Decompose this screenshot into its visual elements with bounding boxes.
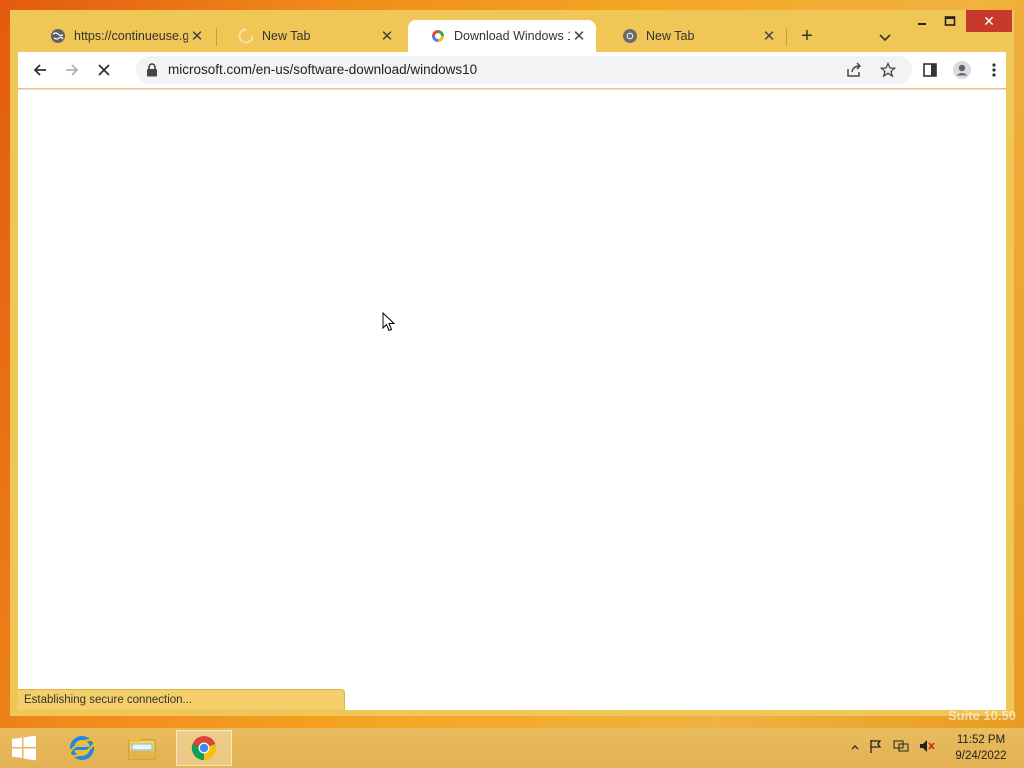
windows-logo-icon [12,735,36,761]
maximize-icon [944,16,956,26]
tab-close-button[interactable]: ✕ [188,27,206,45]
stop-loading-button[interactable] [90,56,118,84]
microsoft-icon [430,28,446,44]
maximize-button[interactable] [936,10,964,32]
chrome-icon [191,736,217,761]
mouse-cursor-icon [382,311,396,337]
action-center-flag-icon[interactable] [868,738,884,759]
tab-new-tab-1[interactable]: New Tab ✕ [216,20,404,52]
loading-icon [238,28,254,44]
tab-close-button[interactable]: ✕ [570,27,588,45]
taskbar-file-explorer[interactable] [114,730,170,766]
volume-muted-icon[interactable] [918,738,936,759]
browser-toolbar: microsoft.com/en-us/software-download/wi… [18,52,1006,88]
bookmark-star-icon[interactable] [879,61,897,83]
taskbar-clock[interactable]: 11:52 PM 9/24/2022 [946,732,1016,764]
file-explorer-icon [128,737,156,760]
network-icon[interactable] [892,738,910,759]
desktop-watermark: Suite 10.50 [948,708,1016,723]
kebab-menu-icon [992,63,996,77]
taskbar-internet-explorer[interactable] [54,730,110,766]
tab-close-button[interactable]: ✕ [760,27,778,45]
globe-icon [50,28,66,44]
tab-new-tab-2[interactable]: New Tab ✕ [600,20,786,52]
chrome-icon [622,28,638,44]
menu-button[interactable] [980,56,1008,84]
browser-window: https://continueuse.github.io ✕ New Tab … [10,10,1014,716]
side-panel-button[interactable] [916,56,944,84]
minimize-icon [918,23,926,25]
share-icon[interactable] [846,62,862,83]
address-bar[interactable]: microsoft.com/en-us/software-download/wi… [136,56,912,84]
tab-download-windows-10[interactable]: Download Windows 10 ✕ [408,20,596,52]
clock-date: 9/24/2022 [955,750,1007,762]
tab-title: https://continueuse.github.io [74,29,188,43]
url-text[interactable]: microsoft.com/en-us/software-download/wi… [168,62,477,77]
tab-title: New Tab [646,29,695,43]
internet-explorer-icon [68,736,96,760]
profile-button[interactable] [948,56,976,84]
avatar-icon [953,61,971,79]
forward-arrow-icon [66,64,79,76]
taskbar: 11:52 PM 9/24/2022 [0,728,1024,768]
tab-continueuse[interactable]: https://continueuse.github.io ✕ [28,20,214,52]
back-button[interactable] [26,56,54,84]
chevron-down-icon [879,34,891,42]
lock-icon[interactable] [146,63,158,82]
forward-button[interactable] [58,56,86,84]
stop-icon [98,64,110,76]
tab-title: Download Windows 10 [454,29,570,43]
clock-time: 11:52 PM [956,734,1006,746]
tab-title: New Tab [262,29,311,43]
start-button[interactable] [8,734,40,762]
close-window-button[interactable]: ✕ [966,10,1012,32]
desktop: https://continueuse.github.io ✕ New Tab … [0,0,1024,768]
tab-strip: https://continueuse.github.io ✕ New Tab … [10,10,1014,52]
back-arrow-icon [33,64,46,76]
tab-separator [786,28,787,46]
tab-search-button[interactable] [874,28,896,48]
system-tray [850,738,936,758]
page-content[interactable] [18,89,1006,710]
taskbar-chrome[interactable] [176,730,232,766]
minimize-button[interactable] [908,10,936,32]
tab-close-button[interactable]: ✕ [378,27,396,45]
status-bubble: Establishing secure connection... [18,689,345,710]
side-panel-icon [923,63,937,77]
new-tab-button[interactable]: + [796,26,818,48]
show-hidden-icons-icon[interactable] [850,739,860,757]
